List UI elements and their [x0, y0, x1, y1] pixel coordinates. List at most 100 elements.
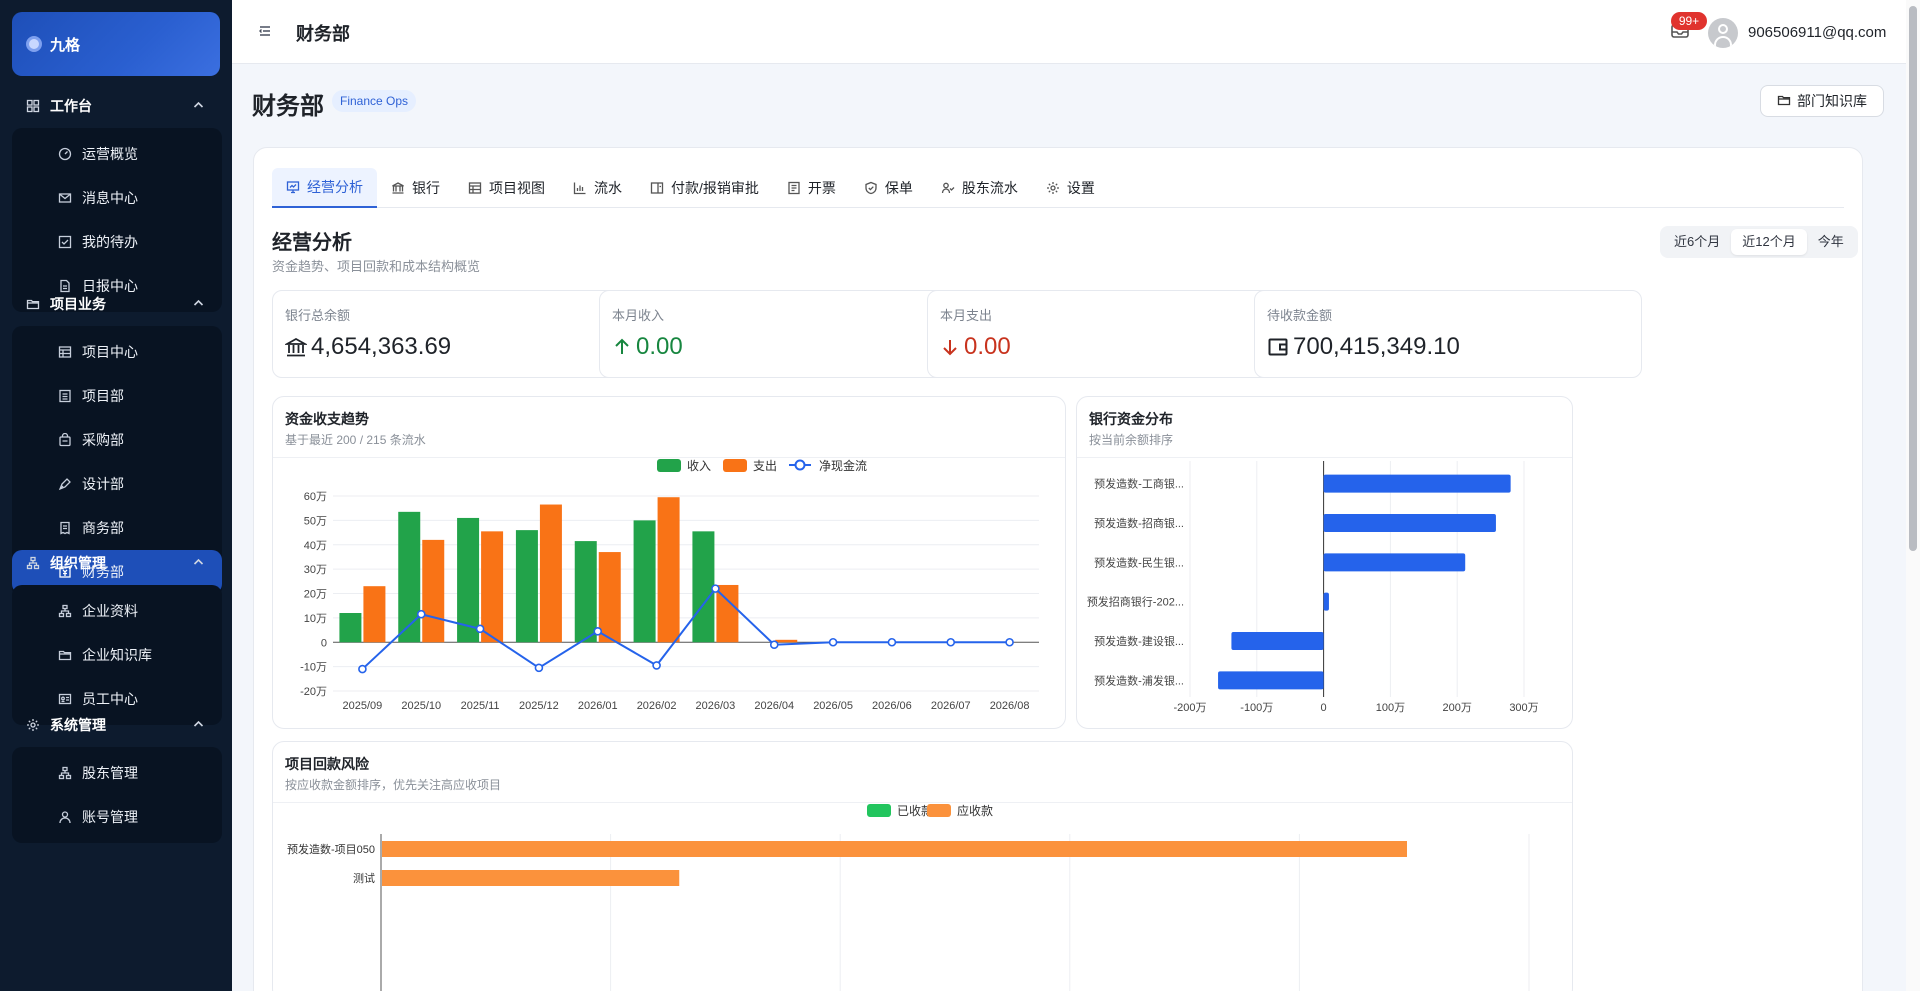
tab[interactable]: 流水 — [559, 168, 636, 208]
tab[interactable]: 付款/报销审批 — [636, 168, 773, 208]
tab-label: 保单 — [884, 180, 913, 196]
sidebar-item[interactable]: 消息中心 — [12, 176, 222, 220]
sidebar-item[interactable]: 运营概览 — [12, 132, 222, 176]
sidebar-item-label: 企业知识库 — [82, 647, 152, 663]
nav-section-header[interactable]: 工作台 — [12, 84, 222, 128]
range-option[interactable]: 今年 — [1807, 229, 1855, 255]
tab[interactable]: 设置 — [1032, 168, 1109, 208]
project-board-icon — [468, 181, 482, 195]
chevron-up-icon[interactable] — [193, 557, 204, 569]
avatar[interactable] — [1708, 18, 1738, 48]
range-option[interactable]: 近12个月 — [1731, 229, 1807, 255]
x-tick-label: -100万 — [1240, 702, 1273, 714]
nav-section-label: 工作台 — [50, 98, 92, 114]
sidebar-item[interactable]: 企业知识库 — [12, 633, 222, 677]
tab[interactable]: 股东流水 — [927, 168, 1032, 208]
x-tick-label: 2026/01 — [578, 700, 618, 712]
sidebar-item[interactable]: 股东管理 — [12, 751, 222, 795]
tab[interactable]: 银行 — [377, 168, 454, 208]
bank-bar — [1323, 474, 1511, 493]
gear-icon — [1046, 181, 1060, 195]
legend-swatch — [657, 459, 681, 472]
sidebar-item[interactable]: 账号管理 — [12, 795, 222, 839]
bank-panel: 银行资金分布 按当前余额排序 -200万 -100万 0 100万 200万 300万 预发… — [1076, 396, 1573, 729]
tab-label: 银行 — [412, 180, 440, 196]
nav-section-header[interactable]: 组织管理 — [12, 541, 222, 585]
sidebar-item[interactable]: 设计部 — [12, 462, 222, 506]
sidebar-item[interactable]: 项目中心 — [12, 330, 222, 374]
sidebar-item[interactable]: 我的待办 — [12, 220, 222, 264]
tab-label: 流水 — [594, 180, 622, 196]
nav-section: 系统管理 股东管理 账号管理 — [12, 703, 222, 843]
department-knowledge-button[interactable]: 部门知识库 — [1760, 85, 1884, 117]
sidebar-item-label: 股东管理 — [82, 765, 138, 781]
brand-name: 九格 — [50, 36, 81, 54]
tab[interactable]: 经营分析 — [272, 168, 377, 208]
folder-open-icon — [1777, 93, 1791, 110]
main-card: 经营分析 银行 项目视图 流水 付款/报销审批 开票 保单 股东流水 设置 经营… — [253, 147, 1863, 991]
sidebar-item[interactable]: 项目部 — [12, 374, 222, 418]
nav-section: 组织管理 企业资料 企业知识库 员工中心 — [12, 541, 222, 725]
income-bar — [398, 511, 421, 643]
chevron-up-icon[interactable] — [193, 719, 204, 731]
bank-bar — [1323, 592, 1329, 611]
receipt-icon — [58, 521, 72, 535]
tab-label: 项目视图 — [489, 180, 545, 196]
user-email[interactable]: 906506911@qq.com — [1748, 24, 1886, 41]
expense-bar — [657, 497, 680, 643]
bank-bar — [1323, 514, 1496, 532]
net-point — [593, 626, 603, 636]
gear-icon — [26, 718, 40, 732]
tab[interactable]: 保单 — [850, 168, 927, 208]
chevron-up-icon[interactable] — [193, 298, 204, 310]
sidebar-item-label: 项目部 — [82, 388, 124, 404]
legend-label: 净现金流 — [819, 458, 867, 473]
x-tick-label: 2025/09 — [343, 700, 383, 712]
menu-collapse-icon[interactable] — [258, 24, 272, 38]
mail-icon — [58, 191, 72, 205]
y-tick-label: 30万 — [304, 564, 327, 576]
nav-section-label: 系统管理 — [50, 717, 106, 733]
notification-badge: 99+ — [1671, 12, 1707, 30]
income-bar — [574, 541, 597, 643]
legend-label: 支出 — [753, 459, 777, 473]
dashboard-gauge-icon — [58, 147, 72, 161]
income-bar — [692, 531, 715, 643]
x-tick-label: 2025/11 — [461, 700, 500, 712]
legend-swatch — [723, 459, 747, 472]
sidebar-item[interactable]: 企业资料 — [12, 589, 222, 633]
department-knowledge-label: 部门知识库 — [1797, 93, 1867, 109]
legend-label: 应收款 — [957, 803, 993, 818]
y-tick-label: -10万 — [300, 662, 327, 674]
bar-chart-icon — [573, 181, 587, 195]
legend-label: 收入 — [687, 459, 711, 473]
net-point — [711, 584, 720, 593]
brand-dot-icon — [26, 36, 42, 52]
tab-bar: 经营分析 银行 项目视图 流水 付款/报销审批 开票 保单 股东流水 设置 — [272, 168, 1844, 208]
brand-logo[interactable]: 九格 — [12, 12, 220, 76]
x-tick-label: 2025/10 — [401, 700, 441, 712]
x-tick-label: 2026/05 — [813, 700, 853, 712]
project-board-icon — [58, 345, 72, 359]
org-tree-icon — [26, 556, 40, 570]
shareholder-icon — [941, 181, 955, 195]
sidebar: 九格 工作台 运营概览 消息中心 我的待办 日报中心 项目业务 项目中心 项目部… — [0, 0, 232, 991]
y-category-label: 预发造数-工商银... — [1094, 477, 1184, 491]
sidebar-item[interactable]: 采购部 — [12, 418, 222, 462]
tab[interactable]: 开票 — [773, 168, 850, 208]
x-tick-label: 2025/12 — [519, 700, 559, 712]
scrollbar-thumb[interactable] — [1909, 6, 1917, 551]
folder-open-icon — [26, 297, 40, 311]
tab[interactable]: 项目视图 — [454, 168, 559, 208]
stat-label: 银行总余额 — [285, 308, 351, 323]
page-scrollbar[interactable] — [1906, 0, 1920, 991]
range-option[interactable]: 近6个月 — [1663, 229, 1731, 255]
nav-section-header[interactable]: 系统管理 — [12, 703, 222, 747]
project-risk-chart: 预发造数-项目050测试已收款 应收款 — [287, 803, 1530, 991]
chevron-up-icon[interactable] — [193, 100, 204, 112]
x-tick-label: 300万 — [1509, 702, 1538, 714]
arrow-down-icon — [940, 337, 960, 357]
nav-section-header[interactable]: 项目业务 — [12, 282, 222, 326]
shield-check-icon — [864, 181, 878, 195]
legend-swatch — [927, 804, 951, 817]
